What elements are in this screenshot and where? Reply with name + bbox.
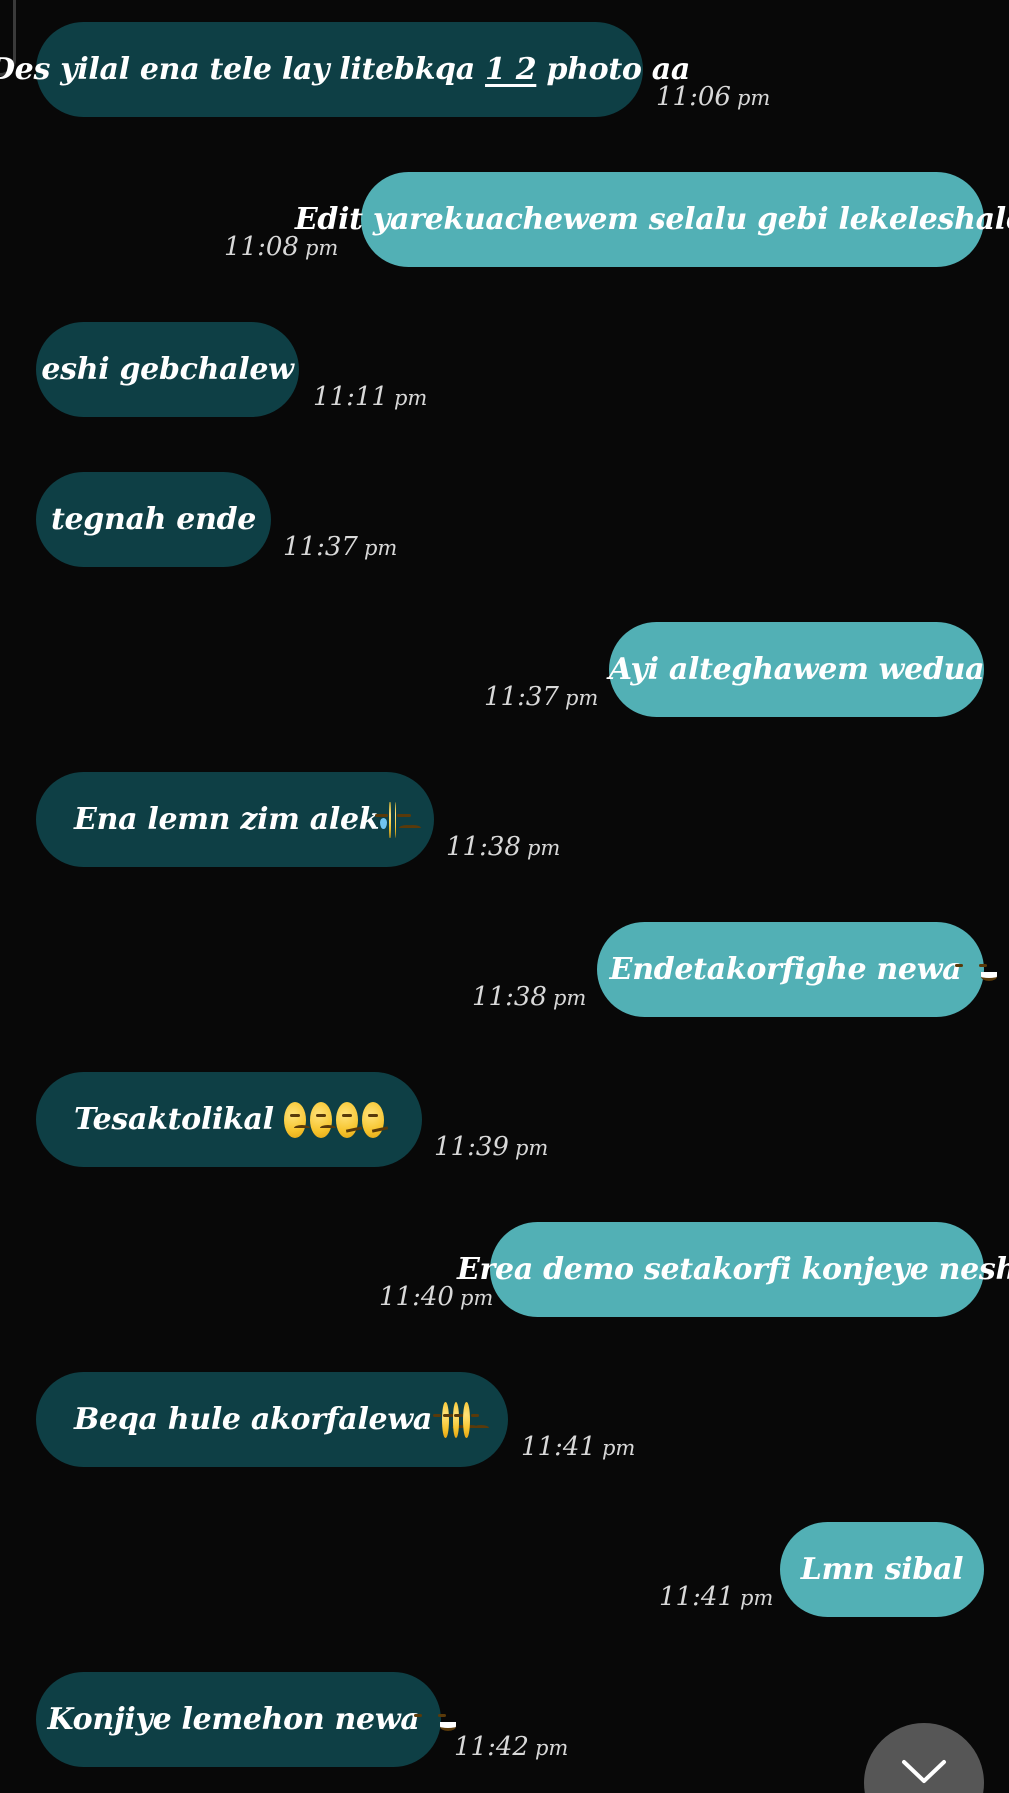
message-bubble[interactable]: eshi gebchalew [36, 322, 299, 417]
message-text: Endetakorfighe newa [609, 952, 962, 987]
message-bubble[interactable]: Des yilal ena tele lay litebkqa 1 2 phot… [0, 22, 690, 117]
message-text: Tesaktolikal [74, 1102, 274, 1137]
message-timestamp: 11:37 pm [283, 532, 398, 562]
message-sent: 11:41 pm Lmn sibal [659, 1522, 984, 1617]
message-received: Konjiye lemehon newa 11:42 pm [36, 1672, 568, 1767]
message-bubble[interactable]: Konjiye lemehon newa [36, 1672, 456, 1767]
message-timestamp: 11:39 pm [434, 1132, 549, 1162]
message-text: eshi gebchalew [41, 352, 294, 387]
message-text: Ayi alteghawem wedua [608, 652, 985, 687]
message-timestamp: 11:42 pm [454, 1732, 569, 1762]
message-bubble[interactable]: Ayi alteghawem wedua [608, 622, 985, 717]
message-timestamp: 11:11 pm [313, 382, 428, 412]
message-timestamp: 11:41 pm [521, 1432, 636, 1462]
disappointed-emoji [443, 1401, 479, 1438]
message-timestamp: 11:38 pm [446, 832, 561, 862]
message-sent: 11:37 pm Ayi alteghawem wedua [484, 622, 985, 717]
disappointed-emoji [454, 1401, 490, 1438]
message-bubble[interactable]: Lmn sibal [780, 1522, 984, 1617]
message-bubble[interactable]: Erea demo setakorfi konjeye nesh [457, 1222, 1009, 1317]
disappointed-emoji [283, 1101, 310, 1138]
message-sent: 11:40 pm Erea demo setakorfi konjeye nesh [379, 1222, 1009, 1317]
message-received: Tesaktolikal 11:39 pm [36, 1072, 556, 1167]
disappointed-emoji [433, 1401, 468, 1438]
message-received: Ena lemn zim alek 11:38 pm [36, 772, 560, 867]
message-bubble[interactable]: Tesaktolikal [36, 1072, 422, 1167]
disappointed-emoji [309, 1101, 336, 1138]
sad-tear-emoji [369, 801, 416, 838]
message-text: Konjiye lemehon newa [47, 1702, 420, 1737]
message-received: eshi gebchalew 11:11 pm [36, 322, 436, 417]
message-bubble[interactable]: tegnah ende [36, 472, 271, 567]
scroll-to-bottom-button[interactable] [864, 1723, 984, 1793]
message-timestamp: 11:37 pm [484, 682, 599, 712]
confused-emoji [335, 1101, 363, 1138]
message-bubble[interactable]: Endetakorfighe newa [597, 922, 998, 1017]
message-text: Beqa hule akorfalewa [74, 1402, 432, 1437]
message-text: Des yilal ena tele lay litebkqa 1 2 phot… [0, 52, 691, 87]
message-received: Beqa hule akorfalewa 11:41 pm [36, 1372, 636, 1467]
message-sent: 11:08 pm Edit yarekuachewem selalu gebi l… [224, 172, 1009, 267]
chevron-down-icon [902, 1760, 946, 1783]
confused-emoji [361, 1101, 389, 1138]
message-text: Erea demo setakorfi konjeye nesh [456, 1252, 1009, 1287]
message-text: Edit yarekuachewem selalu gebi lekelesha… [294, 202, 1009, 237]
message-received: Des yilal ena tele lay litebkqa 1 2 phot… [0, 22, 770, 117]
message-text: Lmn sibal [800, 1552, 964, 1587]
message-bubble[interactable]: Edit yarekuachewem selalu gebi lekelesha… [295, 172, 1009, 267]
disappointed-emoji [374, 801, 421, 838]
message-timestamp: 11:06 pm [656, 82, 771, 112]
message-bubble[interactable]: Beqa hule akorfalewa [36, 1372, 508, 1467]
message-timestamp: 11:38 pm [472, 982, 587, 1012]
chat-screen: Des yilal ena tele lay litebkqa 1 2 phot… [0, 0, 1009, 1793]
message-text: tegnah ende [50, 502, 257, 537]
message-timestamp: 11:41 pm [659, 1582, 774, 1612]
underlined-text: 1 2 [485, 52, 537, 87]
message-received: tegnah ende 11:37 pm [36, 472, 416, 567]
message-bubble[interactable]: Ena lemn zim alek [36, 772, 434, 867]
message-text: Ena lemn zim alek [74, 802, 380, 837]
message-sent: 11:38 pm Endetakorfighe newa [472, 922, 998, 1017]
